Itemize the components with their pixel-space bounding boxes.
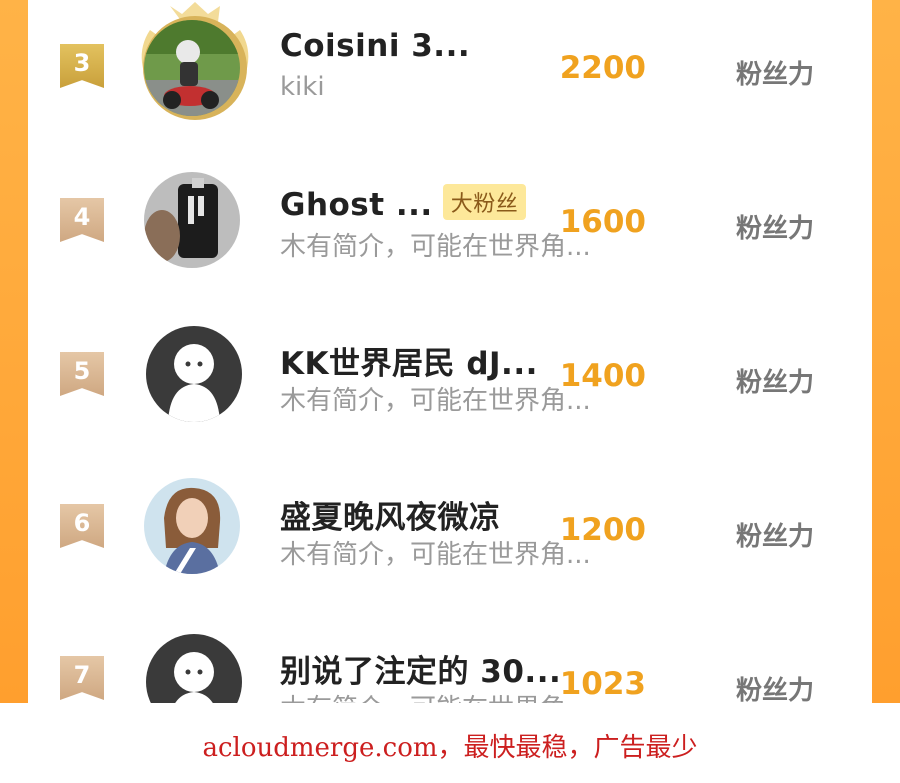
avatar[interactable]	[144, 20, 240, 116]
rank-badge: 4	[60, 198, 104, 242]
avatar[interactable]	[144, 478, 240, 574]
list-item[interactable]: 7 别说了注定的 30... 木有简介，可能在世界角... 1023 粉丝力	[28, 612, 872, 703]
fan-score: 1200	[559, 512, 646, 548]
user-name[interactable]: 别说了注定的 30...	[280, 646, 561, 691]
fan-score: 1600	[559, 204, 646, 240]
fan-score-unit: 粉丝力	[736, 368, 815, 398]
user-subtitle: kiki	[280, 72, 325, 102]
user-name[interactable]: Coisini 3...	[280, 28, 470, 64]
user-name[interactable]: KK世界居民 dJ...	[280, 338, 538, 383]
ranking-list: 3 Coisini 3... kiki 2200 粉丝力 4 Ghost ...…	[28, 0, 872, 703]
rank-badge: 5	[60, 352, 104, 396]
left-orange-border	[0, 0, 28, 703]
watermark-text: acloudmerge.com，最快最稳，广告最少	[202, 733, 698, 763]
default-avatar[interactable]	[146, 634, 242, 703]
watermark-footer: acloudmerge.com，最快最稳，广告最少	[0, 703, 900, 783]
user-name[interactable]: Ghost ... 大粉丝	[280, 184, 527, 223]
user-name-text: Ghost ...	[280, 187, 433, 223]
big-fan-badge: 大粉丝	[442, 184, 527, 220]
list-item[interactable]: 3 Coisini 3... kiki 2200 粉丝力	[28, 0, 872, 150]
right-orange-border	[872, 0, 900, 703]
rank-badge: 3	[60, 44, 104, 88]
list-item[interactable]: 4 Ghost ... 大粉丝 木有简介，可能在世界角... 1600 粉丝力	[28, 150, 872, 300]
fan-score-unit: 粉丝力	[736, 60, 815, 90]
default-avatar[interactable]	[146, 326, 242, 422]
rank-badge: 7	[60, 656, 104, 700]
list-item[interactable]: 5 KK世界居民 dJ... 木有简介，可能在世界角... 1400 粉丝力	[28, 304, 872, 454]
fan-score: 2200	[559, 50, 646, 86]
fan-score: 1023	[559, 666, 646, 702]
fan-score: 1400	[559, 358, 646, 394]
fan-score-unit: 粉丝力	[736, 676, 815, 703]
list-item[interactable]: 6 盛夏晚风夜微凉 木有简介，可能在世界角... 1200 粉丝力	[28, 458, 872, 608]
user-name[interactable]: 盛夏晚风夜微凉	[280, 492, 501, 537]
rank-badge: 6	[60, 504, 104, 548]
fan-score-unit: 粉丝力	[736, 522, 815, 552]
fan-score-unit: 粉丝力	[736, 214, 815, 244]
avatar[interactable]	[144, 172, 240, 268]
